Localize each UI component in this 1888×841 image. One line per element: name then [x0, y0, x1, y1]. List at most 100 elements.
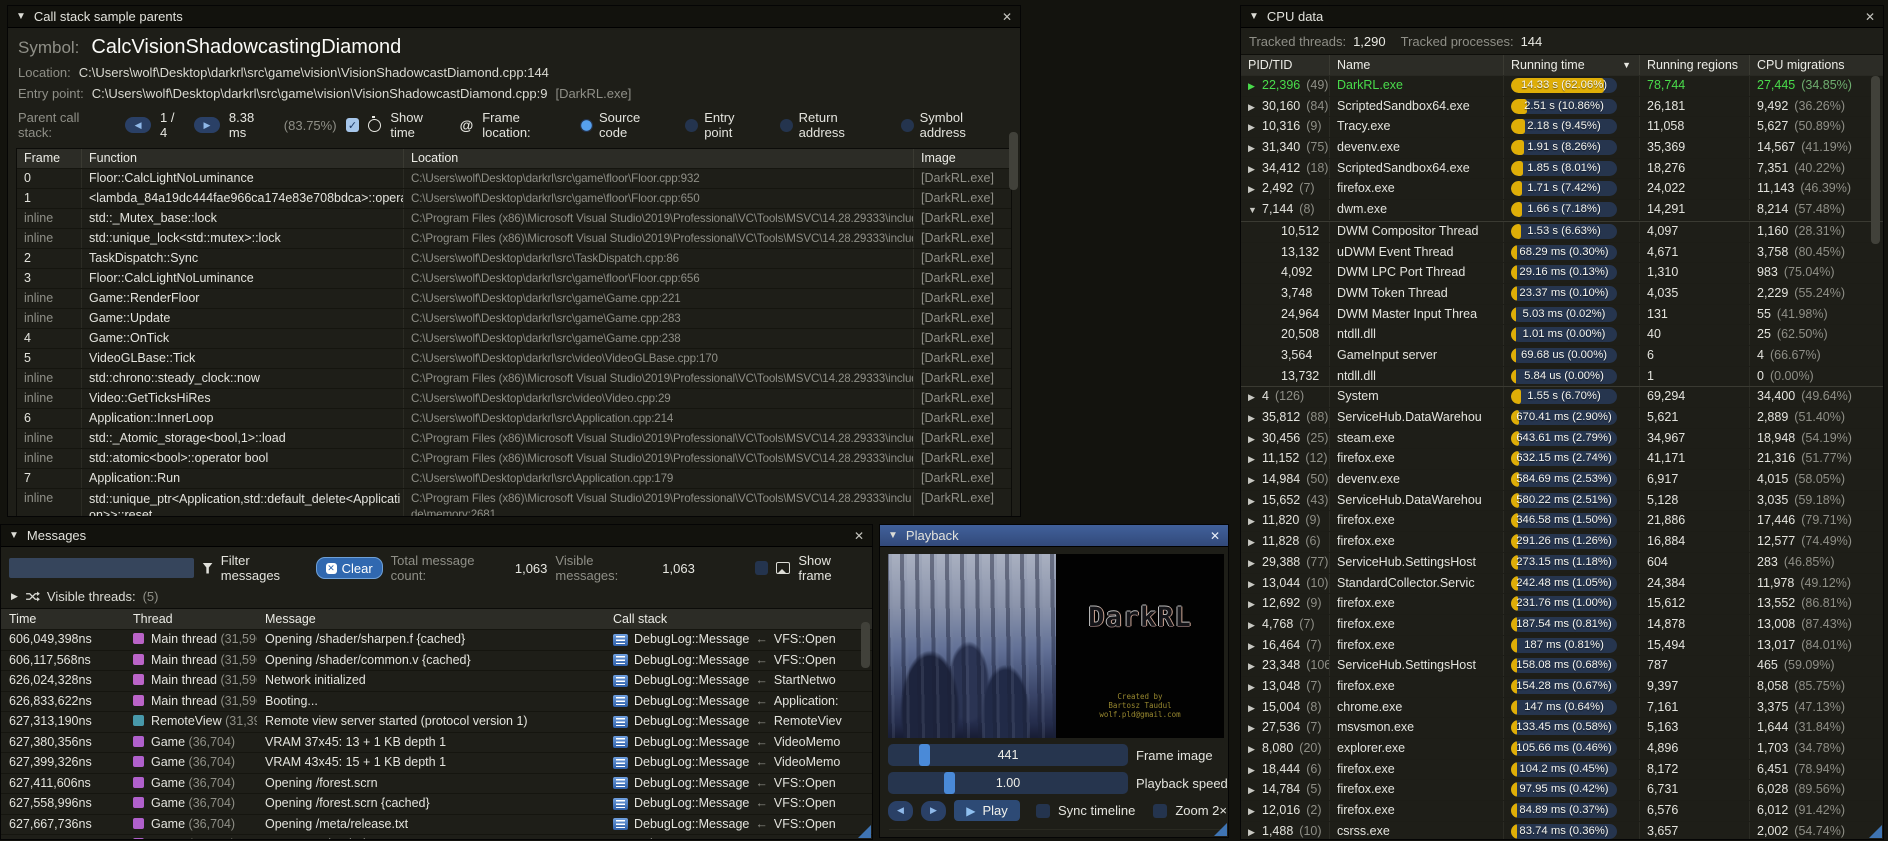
- frame-slider-handle[interactable]: [919, 744, 930, 766]
- function-name[interactable]: Application::InnerLoop: [81, 409, 403, 428]
- process-pid[interactable]: ▶4(126): [1241, 387, 1329, 407]
- cpu-process-row[interactable]: ▶8,080(20) explorer.exe 105.66 ms (0.46%…: [1241, 739, 1883, 760]
- message-row[interactable]: 606,117,568ns Main thread (31,596) Openi…: [1, 651, 872, 672]
- expand-icon[interactable]: ▶: [1248, 160, 1262, 179]
- col-pid-tid[interactable]: PID/TID: [1241, 55, 1329, 75]
- col-cpu-migrations[interactable]: CPU migrations: [1749, 55, 1883, 75]
- collapse-icon[interactable]: ▼: [16, 11, 26, 22]
- frame-location-radio[interactable]: Entry point: [685, 110, 765, 140]
- process-pid[interactable]: 3,564: [1241, 346, 1329, 366]
- process-pid[interactable]: ▶14,784(5): [1241, 780, 1329, 800]
- function-name[interactable]: std::unique_ptr<Application,std::default…: [81, 489, 403, 517]
- process-pid[interactable]: 20,508: [1241, 325, 1329, 345]
- playback-titlebar[interactable]: ▼ Playback ✕: [880, 525, 1228, 547]
- filter-input[interactable]: [9, 558, 194, 578]
- cpu-process-row[interactable]: ▶13,048(7) firefox.exe 154.28 ms (0.67%)…: [1241, 677, 1883, 698]
- callstack-list-icon[interactable]: [613, 695, 628, 707]
- process-pid[interactable]: ▶2,492(7): [1241, 179, 1329, 199]
- callstack-list-icon[interactable]: [613, 757, 628, 769]
- function-name[interactable]: Game::OnTick: [81, 329, 403, 348]
- callstack-list-icon[interactable]: [613, 716, 628, 728]
- entry-path[interactable]: C:\Users\wolf\Desktop\darkrl\src\game\vi…: [92, 86, 548, 101]
- cpu-process-row[interactable]: ▶1,488(10) csrss.exe 83.74 ms (0.36%) 3,…: [1241, 822, 1883, 840]
- cpu-process-row[interactable]: 3,564 GameInput server 69.68 us (0.00%) …: [1241, 346, 1883, 367]
- callstack-list-icon[interactable]: [613, 675, 628, 687]
- cpu-process-row[interactable]: ▶27,536(7) msvsmon.exe 133.45 ms (0.58%)…: [1241, 718, 1883, 739]
- expand-icon[interactable]: ▶: [1248, 512, 1262, 531]
- process-pid[interactable]: ▼7,144(8): [1241, 200, 1329, 220]
- col-frame[interactable]: Frame: [17, 149, 81, 168]
- message-row[interactable]: 627,399,326ns Game (36,704) VRAM 43x45: …: [1, 753, 872, 774]
- expand-icon[interactable]: ▶: [1248, 533, 1262, 552]
- process-pid[interactable]: 13,732: [1241, 367, 1329, 387]
- callstack-row[interactable]: 3 Floor::CalcLightNoLuminance C:\Users\w…: [17, 269, 1011, 289]
- process-pid[interactable]: ▶11,820(9): [1241, 511, 1329, 531]
- process-pid[interactable]: 3,748: [1241, 284, 1329, 304]
- cpu-titlebar[interactable]: ▼ CPU data ✕: [1241, 6, 1883, 28]
- cpu-process-row[interactable]: ▼7,144(8) dwm.exe 1.66 s (7.18%) 14,291 …: [1241, 200, 1883, 221]
- cpu-process-row[interactable]: ▶4,768(7) firefox.exe 187.54 ms (0.81%) …: [1241, 615, 1883, 636]
- expand-icon[interactable]: ▶: [1248, 761, 1262, 780]
- cpu-process-row[interactable]: ▶29,388(77) ServiceHub.SettingsHost 273.…: [1241, 553, 1883, 574]
- next-stack-button[interactable]: ▶: [194, 117, 220, 133]
- col-running-time[interactable]: Running time▼: [1503, 55, 1639, 75]
- cpu-process-row[interactable]: ▶12,016(2) firefox.exe 84.89 ms (0.37%) …: [1241, 801, 1883, 822]
- col-thread[interactable]: Thread: [125, 609, 257, 629]
- process-pid[interactable]: ▶4,768(7): [1241, 615, 1329, 635]
- expand-icon[interactable]: ▶: [1248, 616, 1262, 635]
- process-pid[interactable]: 4,092: [1241, 263, 1329, 283]
- process-pid[interactable]: ▶31,340(75): [1241, 138, 1329, 158]
- message-row[interactable]: 627,558,996ns Game (36,704) Opening /for…: [1, 794, 872, 815]
- source-location[interactable]: C:\Users\wolf\Desktop\darkrl\src\game\Ga…: [403, 329, 913, 348]
- cpu-process-row[interactable]: ▶14,984(50) devenv.exe 584.69 ms (2.53%)…: [1241, 470, 1883, 491]
- process-pid[interactable]: ▶12,692(9): [1241, 594, 1329, 614]
- message-callstack[interactable]: DebugLog::Message ← VFS::Open: [605, 815, 872, 835]
- function-name[interactable]: Video::GetTicksHiRes: [81, 389, 403, 408]
- source-location[interactable]: C:\Program Files (x86)\Microsoft Visual …: [403, 369, 913, 388]
- collapse-icon[interactable]: ▼: [1249, 11, 1259, 22]
- process-pid[interactable]: ▶10,316(9): [1241, 117, 1329, 137]
- expand-icon[interactable]: ▶: [1248, 492, 1262, 511]
- process-pid[interactable]: ▶12,016(2): [1241, 801, 1329, 821]
- source-location[interactable]: C:\Program Files (x86)\Microsoft Visual …: [403, 449, 913, 468]
- source-location[interactable]: C:\Users\wolf\Desktop\darkrl\src\game\Ga…: [403, 309, 913, 328]
- source-location[interactable]: C:\Users\wolf\Desktop\darkrl\src\Applica…: [403, 409, 913, 428]
- function-name[interactable]: std::_Mutex_base::lock: [81, 209, 403, 228]
- process-pid[interactable]: 10,512: [1241, 222, 1329, 242]
- process-pid[interactable]: ▶18,444(6): [1241, 760, 1329, 780]
- cpu-process-row[interactable]: ▶30,456(25) steam.exe 643.61 ms (2.79%) …: [1241, 429, 1883, 450]
- cpu-process-row[interactable]: ▶4(126) System 1.55 s (6.70%) 69,294 34,…: [1241, 387, 1883, 408]
- source-location[interactable]: C:\Program Files (x86)\Microsoft Visual …: [403, 489, 913, 517]
- function-name[interactable]: std::chrono::steady_clock::now: [81, 369, 403, 388]
- expand-icon[interactable]: ▶: [1248, 98, 1262, 117]
- function-name[interactable]: std::unique_lock<std::mutex>::lock: [81, 229, 403, 248]
- process-pid[interactable]: ▶13,048(7): [1241, 677, 1329, 697]
- play-button[interactable]: ▶ Play: [954, 800, 1020, 821]
- prev-stack-button[interactable]: ◀: [125, 117, 151, 133]
- collapse-icon[interactable]: ▼: [888, 530, 898, 541]
- cpu-process-row[interactable]: ▶13,044(10) StandardCollector.Servic 242…: [1241, 574, 1883, 595]
- col-time[interactable]: Time: [1, 609, 125, 629]
- message-row[interactable]: 626,024,328ns Main thread (31,596) Netwo…: [1, 671, 872, 692]
- message-callstack[interactable]: DebugLog::Message ← RemoteViev: [605, 712, 872, 732]
- sync-timeline-checkbox[interactable]: [1036, 804, 1050, 818]
- process-pid[interactable]: ▶30,456(25): [1241, 429, 1329, 449]
- process-pid[interactable]: ▶13,044(10): [1241, 574, 1329, 594]
- close-icon[interactable]: ✕: [854, 529, 864, 543]
- expand-icon[interactable]: ▶: [1248, 575, 1262, 594]
- callstack-list-icon[interactable]: [613, 634, 628, 646]
- cpu-process-row[interactable]: ▶10,316(9) Tracy.exe 2.18 s (9.45%) 11,0…: [1241, 117, 1883, 138]
- speed-slider-handle[interactable]: [944, 772, 955, 794]
- function-name[interactable]: TaskDispatch::Sync: [81, 249, 403, 268]
- message-row[interactable]: 627,831,246ns Game (36,704) Intro menu l…: [1, 835, 872, 840]
- callstack-row[interactable]: 6 Application::InnerLoop C:\Users\wolf\D…: [17, 409, 1011, 429]
- location-path[interactable]: C:\Users\wolf\Desktop\darkrl\src\game\vi…: [79, 65, 549, 80]
- col-message[interactable]: Message: [257, 609, 605, 629]
- col-callstack[interactable]: Call stack: [605, 609, 872, 629]
- expand-icon[interactable]: ▶: [1248, 802, 1262, 821]
- message-callstack[interactable]: DebugLog::Message ← VFS::Open: [605, 774, 872, 794]
- messages-scrollbar[interactable]: [861, 622, 870, 668]
- callstack-list-icon[interactable]: [613, 839, 628, 840]
- speed-slider[interactable]: 1.00: [888, 772, 1128, 794]
- source-location[interactable]: C:\Users\wolf\Desktop\darkrl\src\game\Ga…: [403, 289, 913, 308]
